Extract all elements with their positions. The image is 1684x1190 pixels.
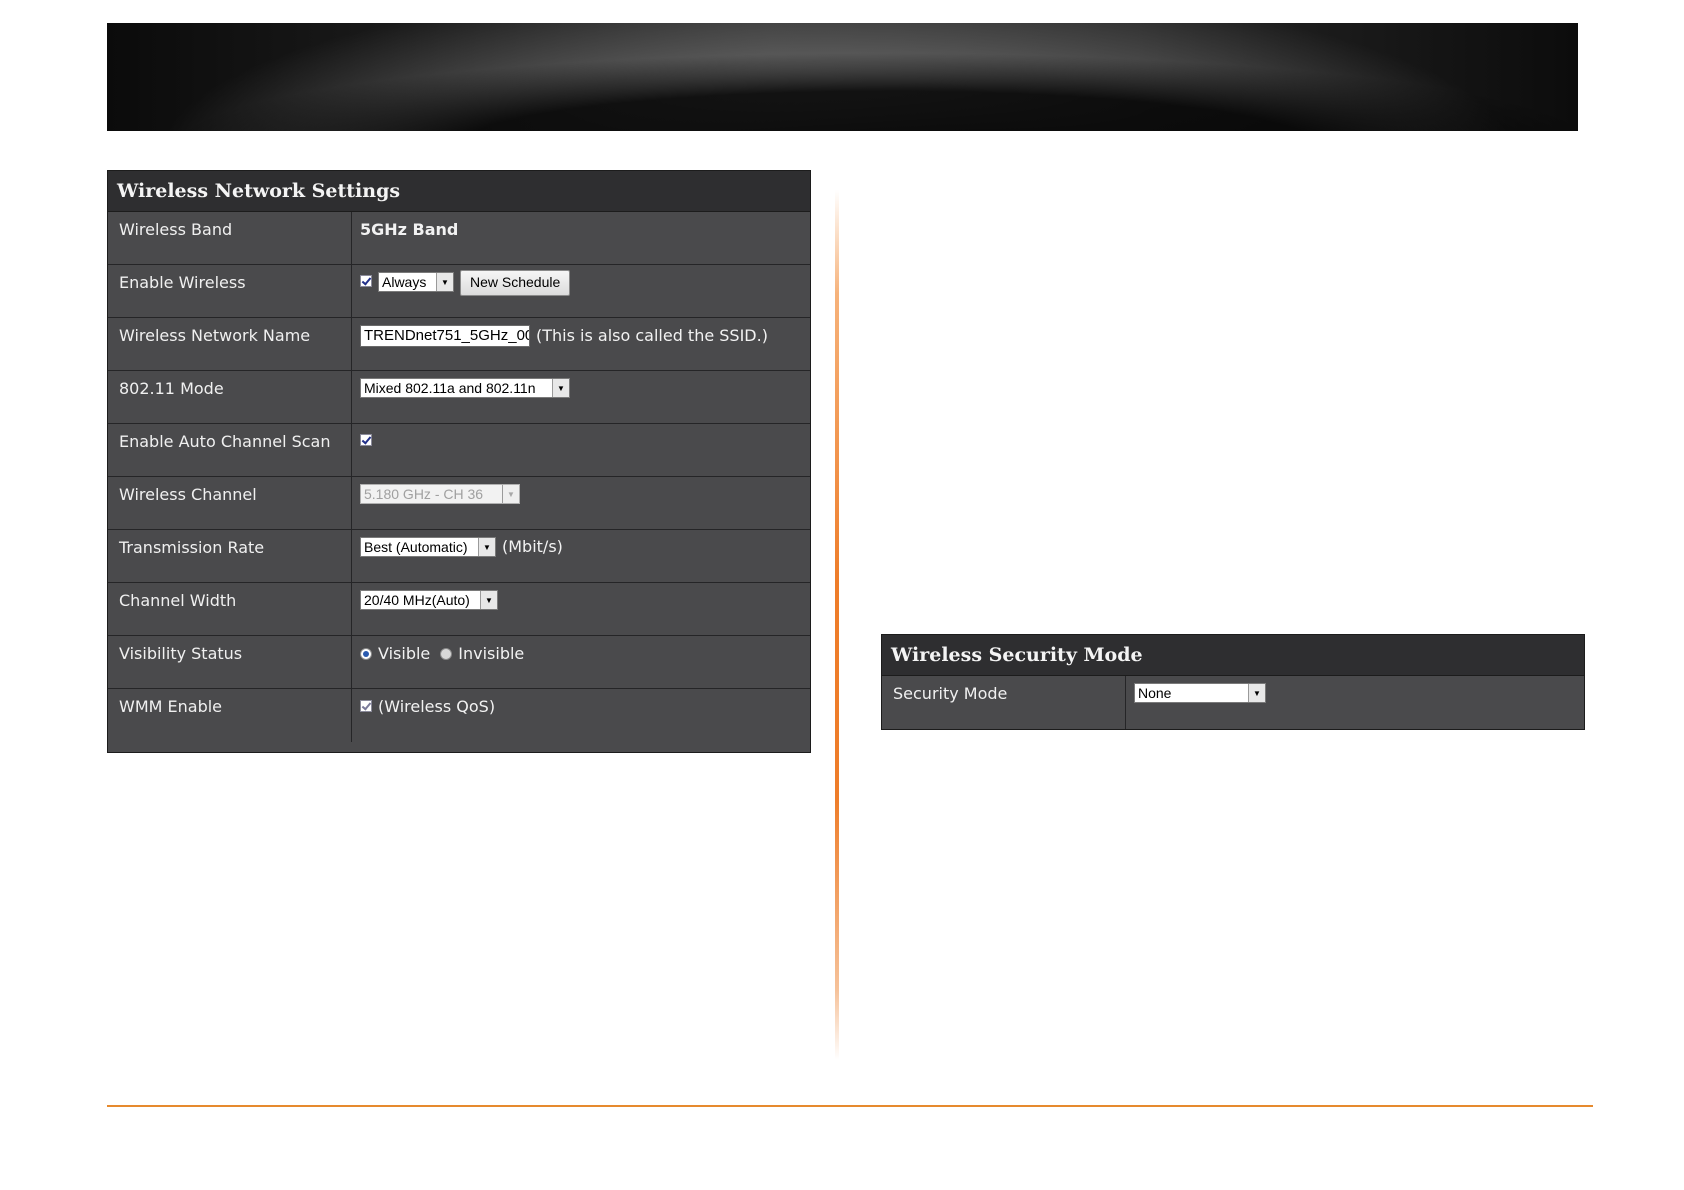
wireless-channel-select[interactable]: 5.180 GHz - CH 36 ▼ [360, 484, 520, 504]
rate-unit: (Mbit/s) [502, 537, 563, 556]
row-value: TRENDnet751_5GHz_00 (This is also called… [352, 318, 810, 370]
row-label: Wireless Band [108, 212, 352, 264]
row-label: WMM Enable [108, 689, 352, 742]
row-value: (Wireless QoS) [352, 689, 810, 742]
chevron-down-icon: ▼ [502, 485, 519, 503]
row-label: Wireless Channel [108, 477, 352, 529]
chevron-down-icon: ▼ [478, 538, 495, 556]
visible-radio[interactable] [360, 648, 372, 660]
row-value [352, 424, 810, 476]
chevron-down-icon: ▼ [1248, 684, 1265, 702]
transmission-rate-select[interactable]: Best (Automatic) ▼ [360, 537, 496, 557]
row-label: Visibility Status [108, 636, 352, 688]
row-80211-mode: 802.11 Mode Mixed 802.11a and 802.11n ▼ [108, 371, 810, 424]
row-visibility-status: Visibility Status Visible Invisible [108, 636, 810, 689]
row-wireless-band: Wireless Band 5GHz Band [108, 212, 810, 265]
panel-title: Wireless Network Settings [108, 171, 810, 212]
ssid-input[interactable]: TRENDnet751_5GHz_00 [360, 325, 530, 347]
row-auto-channel-scan: Enable Auto Channel Scan [108, 424, 810, 477]
row-channel-width: Channel Width 20/40 MHz(Auto) ▼ [108, 583, 810, 636]
chevron-down-icon: ▼ [552, 379, 569, 397]
row-network-name: Wireless Network Name TRENDnet751_5GHz_0… [108, 318, 810, 371]
row-value: Best (Automatic) ▼ (Mbit/s) [352, 530, 810, 582]
wireless-security-mode-panel: Wireless Security Mode Security Mode Non… [881, 634, 1585, 730]
chevron-down-icon: ▼ [480, 591, 497, 609]
row-transmission-rate: Transmission Rate Best (Automatic) ▼ (Mb… [108, 530, 810, 583]
row-label: Enable Wireless [108, 265, 352, 317]
row-label: Wireless Network Name [108, 318, 352, 370]
row-value: None ▼ [1126, 676, 1584, 729]
row-value: Visible Invisible [352, 636, 810, 688]
wmm-note: (Wireless QoS) [378, 697, 496, 716]
wireless-band-value: 5GHz Band [360, 220, 459, 239]
wmm-enable-checkbox[interactable] [360, 700, 372, 712]
vertical-divider [835, 190, 839, 1060]
row-enable-wireless: Enable Wireless Always ▼ New Schedule [108, 265, 810, 318]
chevron-down-icon: ▼ [436, 273, 453, 291]
row-value: Always ▼ New Schedule [352, 265, 810, 317]
row-label: Security Mode [882, 676, 1126, 729]
new-schedule-button[interactable]: New Schedule [460, 270, 571, 296]
row-label: Transmission Rate [108, 530, 352, 582]
80211-mode-select[interactable]: Mixed 802.11a and 802.11n ▼ [360, 378, 570, 398]
row-value: 5.180 GHz - CH 36 ▼ [352, 477, 810, 529]
enable-wireless-checkbox[interactable] [360, 275, 372, 287]
invisible-radio[interactable] [440, 648, 453, 660]
schedule-select[interactable]: Always ▼ [378, 272, 454, 292]
row-security-mode: Security Mode None ▼ [882, 676, 1584, 729]
row-label: Channel Width [108, 583, 352, 635]
panel-title: Wireless Security Mode [882, 635, 1584, 676]
auto-channel-scan-checkbox[interactable] [360, 434, 372, 446]
security-mode-select[interactable]: None ▼ [1134, 683, 1266, 703]
visible-label: Visible [378, 644, 431, 663]
ssid-note: (This is also called the SSID.) [536, 326, 768, 345]
invisible-label: Invisible [458, 644, 525, 663]
row-label: Enable Auto Channel Scan [108, 424, 352, 476]
header-banner [107, 23, 1578, 131]
footer-divider [107, 1105, 1593, 1107]
channel-width-select[interactable]: 20/40 MHz(Auto) ▼ [360, 590, 498, 610]
row-wmm-enable: WMM Enable (Wireless QoS) [108, 689, 810, 742]
wireless-network-settings-panel: Wireless Network Settings Wireless Band … [107, 170, 811, 753]
row-value: Mixed 802.11a and 802.11n ▼ [352, 371, 810, 423]
row-label: 802.11 Mode [108, 371, 352, 423]
row-wireless-channel: Wireless Channel 5.180 GHz - CH 36 ▼ [108, 477, 810, 530]
row-value: 20/40 MHz(Auto) ▼ [352, 583, 810, 635]
